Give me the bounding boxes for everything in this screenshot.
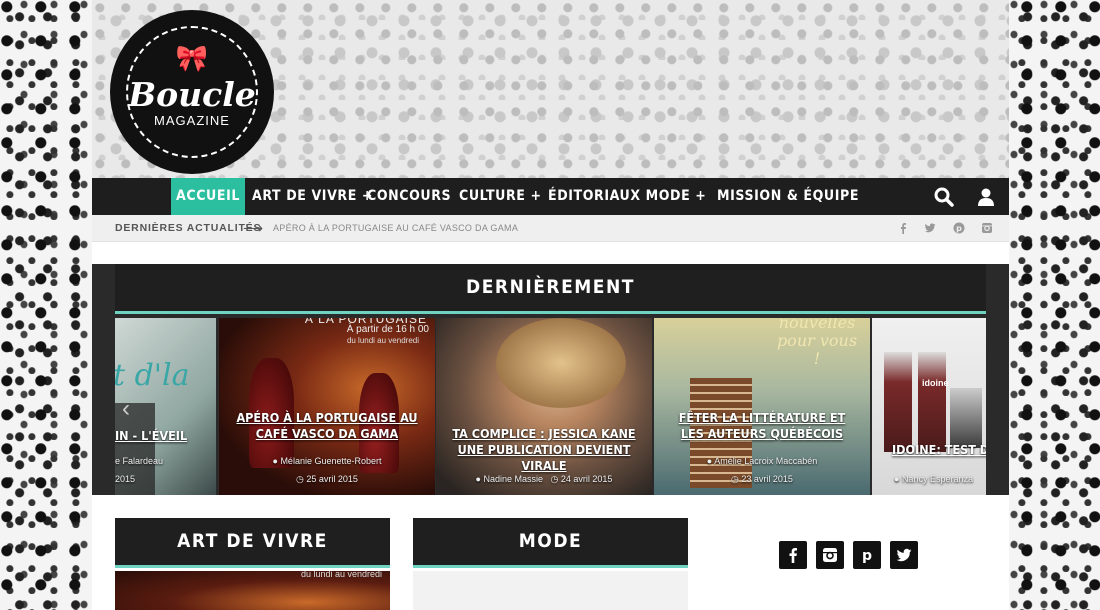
product-bottle (918, 352, 946, 452)
clock-icon: ◷ (296, 474, 307, 484)
slide-card[interactable]: TA COMPLICE : JESSICA KANE UNE PUBLICATI… (436, 318, 652, 495)
product-bottle (884, 352, 912, 452)
slide-author-name: Nancy Esperanza (901, 474, 973, 484)
clock-icon: ◷ (731, 474, 742, 484)
slide-date-text: 24 avril 2015 (560, 474, 613, 484)
slide-author: ● Mélanie Guenette-Robert (219, 456, 435, 466)
instagram-icon (823, 548, 837, 562)
slide-date-text: 25 avril 2015 (306, 474, 358, 484)
twitter-button[interactable] (890, 541, 918, 569)
slide-overlay-text: du lundi au vendredi (300, 571, 382, 579)
site-logo[interactable]: 🎀 Boucle MAGAZINE (114, 14, 270, 170)
logo-subtitle: MAGAZINE (154, 113, 230, 128)
section-art-de-vivre-header: ART DE VIVRE (115, 518, 390, 568)
svg-text:p: p (862, 548, 872, 563)
nav-item-mode[interactable]: MODE + (645, 178, 707, 215)
user-icon[interactable] (975, 186, 997, 208)
nav-item-concours[interactable]: CONCOURS (367, 178, 451, 215)
slide-author: ● Nancy Esperanza (894, 474, 986, 484)
facebook-button[interactable] (779, 541, 807, 569)
bow-icon: 🎀 (175, 43, 209, 73)
section-mode-header: MODE (413, 518, 688, 568)
nav-item-accueil[interactable]: ACCUEIL (171, 178, 245, 215)
product-jar (950, 388, 982, 448)
slide-title[interactable]: TA COMPLICE : JESSICA KANE UNE PUBLICATI… (436, 426, 652, 474)
news-ticker: DERNIÈRES ACTUALITÉS ⟶ APÉRO À LA PORTUG… (92, 215, 1009, 242)
slide-title[interactable]: APÉRO À LA PORTUGAISE AU CAFÉ VASCO DA G… (219, 410, 435, 442)
slide-card[interactable]: À LA PORTUGAISE À partir de 16 h 00 du l… (219, 318, 435, 495)
pinterest-button[interactable]: p (853, 541, 881, 569)
nav-item-editoriaux[interactable]: ÉDITORIAUX (548, 178, 640, 215)
slide-author-name: Nadine Massie (483, 474, 544, 484)
pinterest-icon: p (862, 548, 872, 563)
facebook-icon[interactable] (897, 222, 909, 234)
svg-text:p: p (956, 224, 962, 233)
slide-author: ● Amélie Lacroix Maccabén (654, 456, 870, 466)
nav-item-art-de-vivre[interactable]: ART DE VIVRE + (252, 178, 372, 215)
section-art-de-vivre-image[interactable]: du lundi au vendredi (115, 571, 390, 610)
ticker-label: DERNIÈRES ACTUALITÉS (115, 222, 262, 234)
slide-author-name: Mélanie Guenette-Robert (280, 456, 382, 466)
page-container: 🎀 Boucle MAGAZINE ACCUEIL ART DE VIVRE +… (92, 0, 1009, 610)
chevron-left-icon[interactable]: ‹ (122, 395, 130, 423)
slide-meta-row: ● Nadine Massie ◷ 24 avril 2015 (436, 474, 652, 485)
slide-overlay-text: À partir de 16 h 00 (346, 324, 429, 335)
slide-card[interactable]: idoine IDOINE: TEST DE TI ● Nancy Espera… (872, 318, 986, 495)
instagram-icon[interactable] (981, 222, 993, 234)
arrow-right-icon: ⟶ (243, 220, 264, 236)
nav-item-mission-equipe[interactable]: MISSION & ÉQUIPE (717, 178, 858, 215)
slide-title[interactable]: FÊTER LA LITTÉRATURE ET LES AUTEURS QUÉB… (654, 410, 870, 442)
search-icon[interactable] (933, 186, 955, 208)
pinterest-icon[interactable]: p (953, 222, 965, 234)
section-mode-image[interactable] (413, 571, 688, 610)
facebook-icon (789, 548, 797, 563)
slide-title[interactable]: IDOINE: TEST DE TI (892, 442, 986, 458)
slide-date: 2015 (115, 474, 136, 484)
slide-card[interactable]: t d'la IN - L'ÉVEIL e Falardeau 2015 (115, 318, 216, 495)
instagram-button[interactable] (816, 541, 844, 569)
header-banner: 🎀 Boucle MAGAZINE (92, 0, 1009, 178)
slide-overlay-text: nouvelles pour vous ! (776, 318, 858, 368)
slide-author: e Falardeau (115, 456, 164, 466)
slider-header: DERNIÈREMENT (115, 264, 986, 314)
logo-title: Boucle (128, 75, 256, 114)
recent-slider: DERNIÈREMENT t d'la IN - L'ÉVEIL e Falar… (92, 264, 1009, 495)
slide-overlay-text: du lundi au vendredi (346, 336, 419, 345)
ticker-headline-link[interactable]: APÉRO À LA PORTUGAISE AU CAFÉ VASCO DA G… (273, 215, 518, 242)
section-title[interactable]: ART DE VIVRE (115, 518, 390, 564)
slide-card[interactable]: nouvelles pour vous ! FÊTER LA LITTÉRATU… (654, 318, 870, 495)
slide-date-text: 23 avril 2015 (741, 474, 793, 484)
slide-title[interactable]: IN - L'ÉVEIL (115, 428, 216, 444)
slide-date: ◷ 25 avril 2015 (219, 474, 435, 485)
slide-date: ◷ 23 avril 2015 (654, 474, 870, 485)
slide-overlay-text: idoine (922, 378, 949, 388)
user-icon: ● (894, 474, 902, 484)
clock-icon: ◷ (550, 474, 561, 484)
main-nav: ACCUEIL ART DE VIVRE + CONCOURS CULTURE … (92, 178, 1009, 215)
slide-overlay-text: t d'la (115, 358, 190, 393)
slide-author-name: Amélie Lacroix Maccabén (714, 456, 818, 466)
twitter-icon[interactable] (924, 222, 936, 234)
nav-item-culture[interactable]: CULTURE + (459, 178, 541, 215)
slider-title: DERNIÈREMENT (466, 276, 635, 298)
hair-shape (496, 318, 626, 408)
twitter-icon (896, 548, 912, 562)
section-title[interactable]: MODE (413, 518, 688, 564)
